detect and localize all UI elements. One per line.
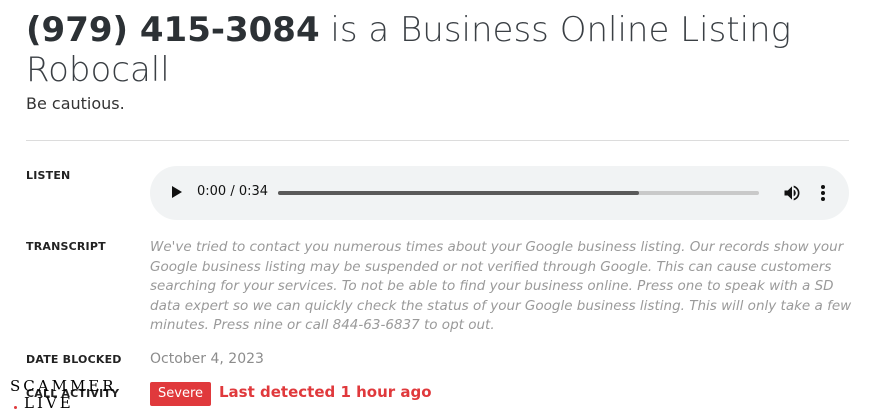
audio-time: 0:00 / 0:34 [197,184,269,199]
play-icon[interactable] [172,186,182,198]
listen-label: LISTEN [26,169,71,182]
transcript-text: We've tried to contact you numerous time… [150,239,852,333]
date-blocked-label: DATE BLOCKED [26,353,122,366]
volume-icon[interactable] [782,183,802,203]
date-blocked-value: October 4, 2023 [150,351,264,367]
transcript-label: TRANSCRIPT [26,240,106,253]
more-vertical-icon[interactable] [816,183,830,203]
call-activity-label: CALL ACTIVITY [26,387,120,400]
severity-badge: Severe [150,382,211,406]
page-subtitle: Be cautious. [26,94,125,113]
last-detected-text: Last detected 1 hour ago [219,383,432,401]
audio-player[interactable]: 0:00 / 0:34 [150,166,849,220]
phone-number: (979) 415-3084 [26,10,320,50]
audio-progress-fill [278,191,639,195]
page-title: (979) 415-3084 is a Business Online List… [26,10,846,90]
header-divider [26,140,849,141]
watermark-dot [14,406,17,409]
audio-progress-bar[interactable] [278,191,759,195]
